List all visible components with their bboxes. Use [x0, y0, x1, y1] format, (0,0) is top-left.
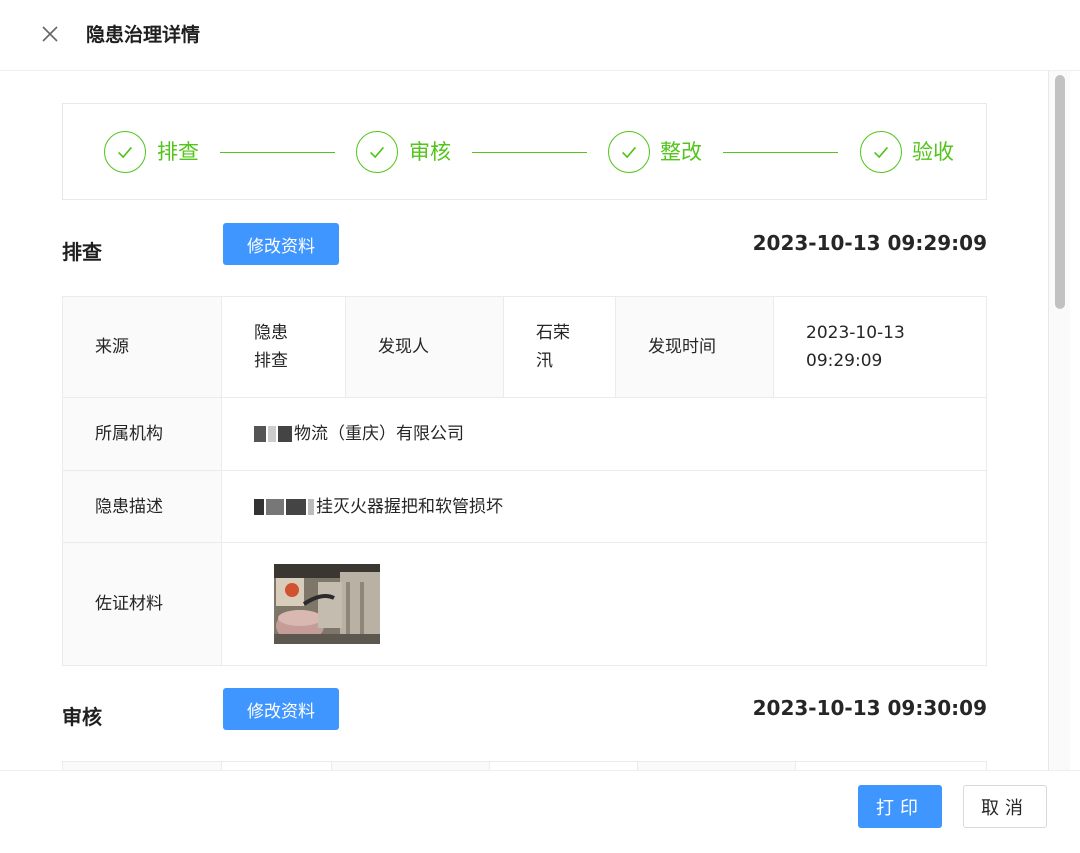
evidence-cell [222, 543, 986, 665]
redaction-mark [286, 498, 306, 515]
review-table-cell [222, 762, 332, 770]
vertical-scrollbar[interactable] [1048, 71, 1070, 770]
org-value: 物流（重庆）有限公司 [294, 424, 464, 444]
review-table-cell [63, 762, 222, 770]
cancel-button[interactable]: 取消 [963, 785, 1047, 828]
step-4-label: 验收 [912, 140, 954, 164]
dialog-footer: 打印 取消 [0, 770, 1080, 853]
desc-label: 隐患描述 [63, 471, 222, 542]
org-value-cell: 物流（重庆）有限公司 [222, 398, 986, 470]
scrollbar-thumb[interactable] [1055, 75, 1065, 309]
inspection-table: 来源 隐患排查 发现人 石荣汛 发现时间 2023-10-13 09:29:09… [62, 296, 987, 666]
dialog-header: 隐患治理详情 [0, 0, 1080, 71]
source-label: 来源 [63, 297, 222, 397]
inspection-section-title: 排查 [62, 240, 102, 264]
found-time-label: 发现时间 [616, 297, 774, 397]
redaction-mark [278, 426, 292, 442]
redaction-mark [308, 498, 314, 515]
redaction-mark [268, 426, 276, 442]
source-value: 隐患排查 [222, 297, 346, 397]
org-label: 所属机构 [63, 398, 222, 470]
fire-extinguisher-photo [274, 564, 380, 644]
review-table-cell [490, 762, 638, 770]
review-timestamp: 2023-10-13 09:30:09 [752, 696, 987, 720]
redaction-mark [254, 498, 264, 515]
found-time-value: 2023-10-13 09:29:09 [806, 323, 905, 371]
desc-value-cell: 挂灭火器握把和软管损坏 [222, 471, 986, 542]
dialog-title: 隐患治理详情 [86, 24, 201, 46]
print-button[interactable]: 打印 [858, 785, 942, 828]
table-row: 来源 隐患排查 发现人 石荣汛 发现时间 2023-10-13 09:29:09 [63, 297, 986, 398]
table-row: 佐证材料 [63, 543, 986, 665]
step-connector [220, 152, 335, 153]
step-2-label: 审核 [409, 140, 451, 164]
review-section-title: 审核 [62, 705, 102, 729]
step-4-check-icon [860, 131, 902, 173]
finder-label: 发现人 [346, 297, 504, 397]
step-3-label: 整改 [660, 140, 702, 164]
step-2-check-icon [356, 131, 398, 173]
close-icon[interactable] [38, 22, 62, 46]
desc-value: 挂灭火器握把和软管损坏 [316, 496, 503, 517]
review-table [62, 761, 987, 770]
finder-value: 石荣汛 [504, 297, 616, 397]
step-connector [472, 152, 587, 153]
redaction-mark [254, 426, 266, 442]
inspection-edit-button[interactable]: 修改资料 [223, 223, 339, 265]
step-1-check-icon [104, 131, 146, 173]
dialog-body: 排查 审核 整改 验收 排查 修改资料 2023-10-13 09:29:09 … [0, 71, 1080, 770]
review-table-cell [638, 762, 796, 770]
evidence-photo-thumbnail[interactable] [274, 564, 380, 644]
inspection-timestamp: 2023-10-13 09:29:09 [752, 231, 987, 255]
review-table-cell [796, 762, 986, 770]
step-connector [723, 152, 838, 153]
progress-steps: 排查 审核 整改 验收 [62, 103, 987, 200]
table-row [63, 762, 986, 770]
redaction-mark [266, 498, 284, 515]
review-edit-button[interactable]: 修改资料 [223, 688, 339, 730]
evidence-label: 佐证材料 [63, 543, 222, 665]
step-3-check-icon [608, 131, 650, 173]
review-table-cell [332, 762, 490, 770]
step-1-label: 排查 [157, 140, 199, 164]
table-row: 隐患描述 挂灭火器握把和软管损坏 [63, 471, 986, 543]
table-row: 所属机构 物流（重庆）有限公司 [63, 398, 986, 471]
